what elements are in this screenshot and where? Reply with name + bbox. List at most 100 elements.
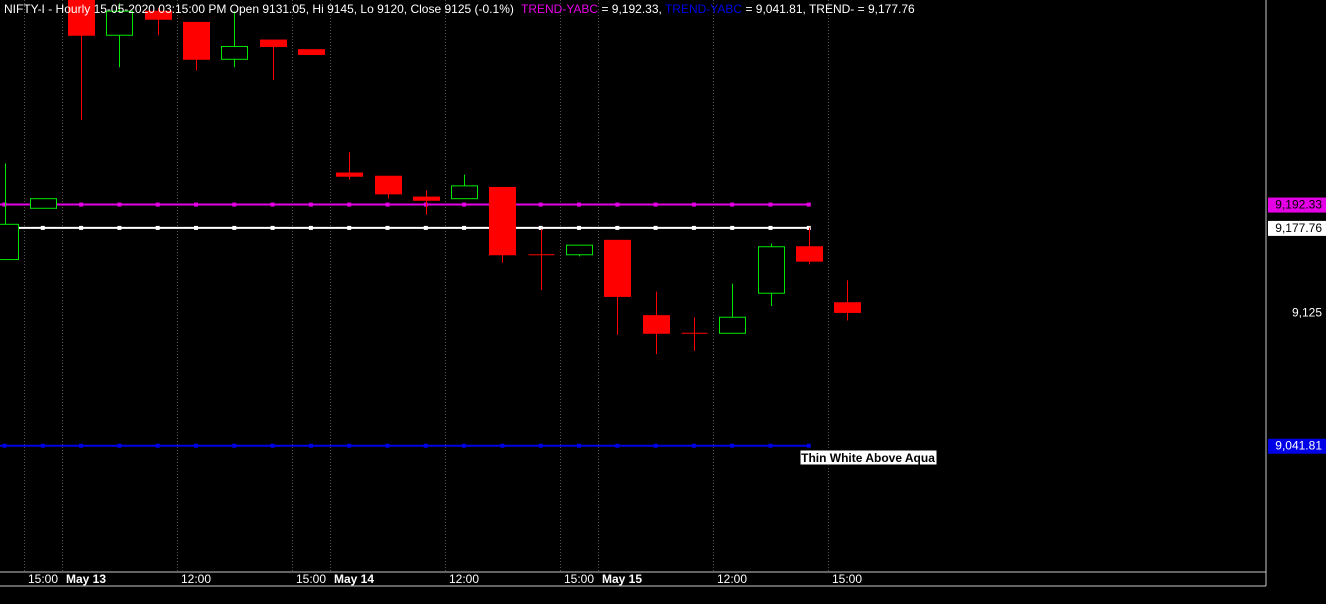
trend-line-marker [653, 202, 658, 207]
trend-line-marker [79, 443, 84, 448]
trend-line-marker [615, 443, 620, 448]
candle-body [719, 316, 746, 334]
time-axis-label: 12:00 [181, 572, 211, 586]
trend-line-marker [270, 225, 275, 230]
trend-line-marker [79, 225, 84, 230]
trend-line-marker [500, 443, 505, 448]
trend-line-marker [347, 202, 352, 207]
trend-line-marker [730, 443, 735, 448]
trend-line-marker [117, 202, 122, 207]
trend-line-marker [653, 443, 658, 448]
time-axis-label: May 15 [602, 572, 642, 586]
candle-body [375, 175, 402, 195]
time-axis-label: 15:00 [296, 572, 326, 586]
candle-body [183, 21, 210, 60]
time-axis-label: 12:00 [717, 572, 747, 586]
trend-line-marker [40, 225, 45, 230]
price-chart[interactable]: 9,192.33 9,177.76 9,125 9,041.81 15:00 May 1… [0, 0, 1326, 599]
trend-line-marker [462, 225, 467, 230]
trend-line-marker [462, 202, 467, 207]
trend-line-marker [691, 225, 696, 230]
trend-line-marker [538, 225, 543, 230]
trend-line-marker [768, 225, 773, 230]
trend-line-marker [768, 443, 773, 448]
trend-line-marker [347, 443, 352, 448]
trend-line-marker [2, 443, 7, 448]
candle-body [604, 239, 631, 297]
trend-line-marker [691, 202, 696, 207]
trend-line-marker [423, 443, 428, 448]
annotation-box[interactable]: Thin White Above Aqua [799, 449, 938, 466]
trend-yabc-lower-label: TREND-YABC [665, 2, 742, 16]
trend-line-marker [79, 202, 84, 207]
trend-line-marker [423, 225, 428, 230]
candle-body [834, 302, 861, 313]
trend-line-marker [347, 225, 352, 230]
trend-line-marker [117, 443, 122, 448]
trend-minus-label: TREND- [809, 2, 854, 16]
time-axis-label: May 14 [334, 572, 374, 586]
trend-line-marker [462, 443, 467, 448]
candle-body [30, 198, 57, 209]
trend-line-marker [155, 443, 160, 448]
candle-body [489, 186, 516, 256]
chart-window[interactable]: 9,192.33 9,177.76 9,125 9,041.81 15:00 May 1… [0, 0, 1326, 599]
trend-line-marker [615, 202, 620, 207]
candle-body [566, 244, 593, 256]
candle-body [0, 223, 19, 261]
trend-line-marker [308, 202, 313, 207]
candle-body [221, 45, 248, 60]
trend-line-marker [691, 443, 696, 448]
trend-line-marker [806, 443, 811, 448]
trend-yabc-upper-value: = 9,192.33, [601, 2, 665, 16]
trend-line-marker [653, 225, 658, 230]
trend-line-marker [117, 225, 122, 230]
trend-line-marker [194, 443, 198, 448]
trend-line-marker [194, 225, 198, 230]
trend-line-marker [232, 202, 237, 207]
trend-line-marker [232, 225, 237, 230]
trend-line-marker [577, 443, 581, 448]
trend-line-marker [308, 225, 313, 230]
trend-line-marker [385, 443, 390, 448]
candle-body [758, 246, 785, 294]
trend-line-marker [270, 202, 275, 207]
time-axis-label: 15:00 [28, 572, 58, 586]
price-axis-label: 9,177.76 [1275, 221, 1322, 235]
price-axis-label: 9,041.81 [1275, 439, 1322, 453]
trend-line-marker [577, 225, 581, 230]
candle-body [260, 39, 287, 47]
trend-line-marker [270, 443, 275, 448]
symbol-info: NIFTY-I - Hourly 15-05-2020 03:15:00 PM … [4, 2, 514, 16]
trend-minus-value: = 9,177.76 [858, 2, 915, 16]
trend-line-marker [40, 443, 45, 448]
trend-yabc-lower-value: = 9,041.81, [745, 2, 809, 16]
candle-body [298, 49, 325, 55]
time-axis-label: 12:00 [449, 572, 479, 586]
trend-line-marker [308, 443, 313, 448]
trend-line-marker [194, 202, 198, 207]
candle-body [413, 196, 440, 201]
price-axis-label: 9,125 [1292, 305, 1322, 319]
trend-line-marker [232, 443, 237, 448]
trend-line-marker [385, 202, 390, 207]
trend-line-marker [806, 202, 811, 207]
trend-line-marker [730, 202, 735, 207]
trend-line-marker [730, 225, 735, 230]
trend-line-marker [155, 202, 160, 207]
trend-line-marker [615, 225, 620, 230]
time-axis-label: May 13 [66, 572, 106, 586]
trend-line-marker [538, 202, 543, 207]
trend-line-marker [806, 225, 811, 230]
candle-body [451, 185, 478, 200]
time-axis-label: 15:00 [832, 572, 862, 586]
trend-line-marker [385, 225, 390, 230]
trend-line-marker [538, 443, 543, 448]
chart-background [0, 0, 1326, 599]
trend-line-marker [577, 202, 581, 207]
trend-line-marker [423, 202, 428, 207]
trend-line-marker [768, 202, 773, 207]
time-axis-label: 15:00 [564, 572, 594, 586]
chart-title: NIFTY-I - Hourly 15-05-2020 03:15:00 PM … [4, 2, 915, 16]
candle-body [796, 246, 823, 262]
